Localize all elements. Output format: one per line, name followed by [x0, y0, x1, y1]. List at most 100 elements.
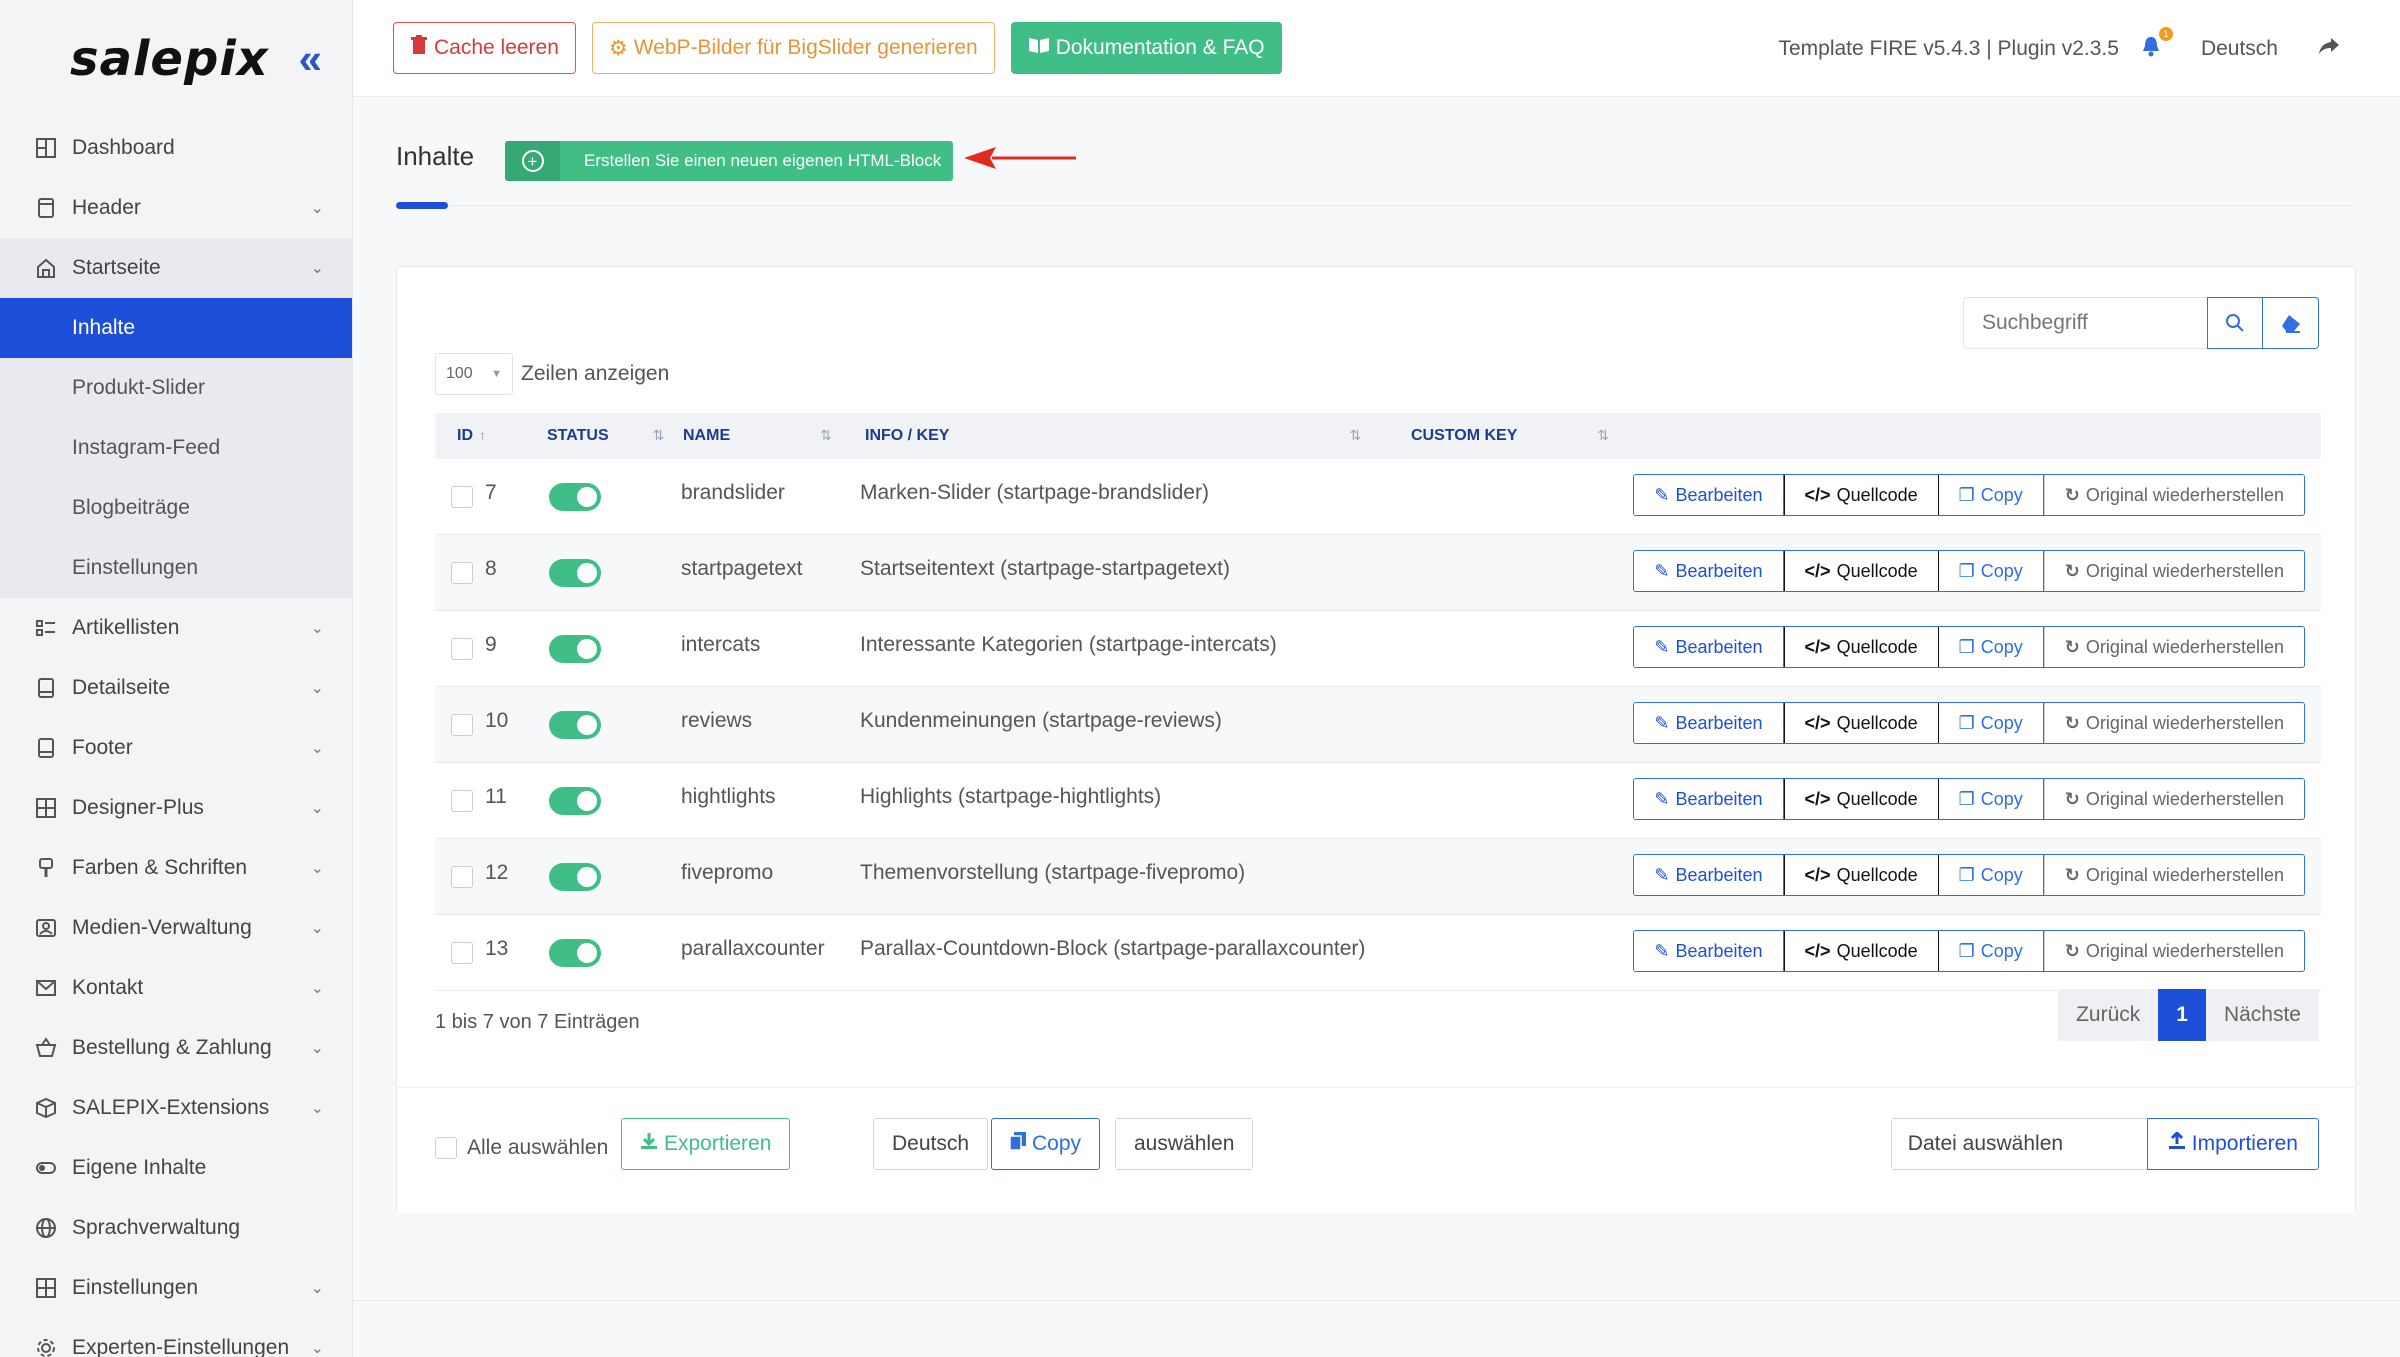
sidebar-item-farben-schriften[interactable]: Farben & Schriften ⌄	[0, 838, 352, 898]
source-code-button[interactable]: </> Quellcode	[1783, 779, 1939, 819]
sidebar-item-detailseite[interactable]: Detailseite ⌄	[0, 658, 352, 718]
status-toggle[interactable]	[549, 635, 601, 663]
col-name[interactable]: NAME ⇅	[683, 427, 832, 445]
clear-search-button[interactable]	[2263, 297, 2319, 349]
sidebar-item-sprachverwaltung[interactable]: Sprachverwaltung	[0, 1198, 352, 1258]
row-checkbox[interactable]	[451, 638, 473, 660]
source-code-button[interactable]: </> Quellcode	[1783, 703, 1939, 743]
col-custom-key[interactable]: CUSTOM KEY ⇅	[1411, 427, 1609, 445]
sidebar-item-startseite[interactable]: Startseite ⌄	[0, 238, 352, 298]
col-id[interactable]: ID ↑	[457, 427, 486, 445]
dashboard-icon	[34, 136, 58, 160]
edit-icon: ✎	[1654, 864, 1670, 885]
copy-button[interactable]: ❐ Copy	[1938, 551, 2044, 591]
row-checkbox[interactable]	[451, 714, 473, 736]
copy-button[interactable]: ❐ Copy	[1938, 627, 2044, 667]
edit-button[interactable]: ✎ Bearbeiten	[1634, 551, 1784, 591]
row-checkbox[interactable]	[451, 486, 473, 508]
webp-generate-button[interactable]: ⚙ WebP-Bilder für BigSlider generieren	[591, 22, 995, 74]
documentation-button[interactable]: Dokumentation & FAQ	[1010, 22, 1282, 74]
copy-button[interactable]: ❐ Copy	[1938, 475, 2044, 515]
edit-button[interactable]: ✎ Bearbeiten	[1634, 779, 1784, 819]
restore-original-button[interactable]: ↻ Original wiederherstellen	[2043, 703, 2305, 743]
search-button[interactable]	[2207, 297, 2263, 349]
bell-icon[interactable]: 1	[2141, 26, 2173, 63]
sidebar-subitem-produkt-slider[interactable]: Produkt-Slider	[0, 358, 352, 418]
status-toggle[interactable]	[549, 559, 601, 587]
grid-icon	[34, 1276, 58, 1300]
language-switcher[interactable]: Deutsch	[2201, 37, 2278, 61]
copy-button[interactable]: ❐ Copy	[1938, 931, 2044, 971]
select-all-checkbox[interactable]: Alle auswählen	[435, 1136, 608, 1160]
restore-original-button[interactable]: ↻ Original wiederherstellen	[2043, 779, 2305, 819]
row-info: Parallax-Countdown-Block (startpage-para…	[860, 937, 1366, 960]
checkbox[interactable]	[435, 1137, 457, 1159]
pagination-next[interactable]: Nächste	[2205, 989, 2319, 1041]
sidebar-subitem-instagram-feed[interactable]: Instagram-Feed	[0, 418, 352, 478]
collapse-sidebar-icon[interactable]: «	[299, 35, 322, 83]
refresh-icon: ↻	[2064, 940, 2080, 961]
sidebar-item-designer-plus[interactable]: Designer-Plus ⌄	[0, 778, 352, 838]
status-toggle[interactable]	[549, 787, 601, 815]
sidebar-item-experten-einstellungen[interactable]: Experten-Einstellungen ⌄	[0, 1318, 352, 1357]
export-button[interactable]: Exportieren	[621, 1118, 791, 1170]
sidebar-item-kontakt[interactable]: Kontakt ⌄	[0, 958, 352, 1018]
status-toggle[interactable]	[549, 863, 601, 891]
list-icon	[34, 616, 58, 640]
row-checkbox[interactable]	[451, 790, 473, 812]
row-checkbox[interactable]	[451, 866, 473, 888]
sidebar-item-footer[interactable]: Footer ⌄	[0, 718, 352, 778]
create-html-block-button[interactable]: + Erstellen Sie einen neuen eigenen HTML…	[505, 141, 954, 181]
sidebar-item-artikellisten[interactable]: Artikellisten ⌄	[0, 598, 352, 658]
sidebar-subitem-inhalte[interactable]: Inhalte	[0, 298, 352, 358]
language-select-button[interactable]: Deutsch	[873, 1118, 989, 1170]
import-button[interactable]: Importieren	[2146, 1118, 2319, 1170]
edit-label: Bearbeiten	[1675, 484, 1763, 505]
source-code-button[interactable]: </> Quellcode	[1783, 551, 1939, 591]
page-length-select[interactable]: 100 ▼	[435, 353, 513, 395]
sidebar-item-eigene-inhalte[interactable]: Eigene Inhalte	[0, 1138, 352, 1198]
source-code-button[interactable]: </> Quellcode	[1783, 931, 1939, 971]
row-checkbox[interactable]	[451, 942, 473, 964]
source-code-button[interactable]: </> Quellcode	[1783, 627, 1939, 667]
sidebar-item-salepix-extensions[interactable]: SALEPIX-Extensions ⌄	[0, 1078, 352, 1138]
restore-original-button[interactable]: ↻ Original wiederherstellen	[2043, 855, 2305, 895]
sidebar-item-einstellungen[interactable]: Einstellungen ⌄	[0, 1258, 352, 1318]
page-icon	[34, 676, 58, 700]
sidebar-item-header[interactable]: Header ⌄	[0, 178, 352, 238]
search-input[interactable]	[1963, 297, 2207, 349]
copy-button[interactable]: ❐ Copy	[1938, 855, 2044, 895]
edit-button[interactable]: ✎ Bearbeiten	[1634, 475, 1784, 515]
pagination-page[interactable]: 1	[2158, 989, 2206, 1041]
sidebar-subitem-einstellungen[interactable]: Einstellungen	[0, 538, 352, 598]
sidebar-subitem-blogbeitraege[interactable]: Blogbeiträge	[0, 478, 352, 538]
col-info[interactable]: INFO / KEY ⇅	[865, 427, 1361, 445]
status-toggle[interactable]	[549, 939, 601, 967]
status-toggle[interactable]	[549, 711, 601, 739]
share-icon[interactable]	[2318, 36, 2340, 62]
sidebar-item-medien-verwaltung[interactable]: Medien-Verwaltung ⌄	[0, 898, 352, 958]
edit-button[interactable]: ✎ Bearbeiten	[1634, 931, 1784, 971]
copy-button[interactable]: ❐ Copy	[1938, 779, 2044, 819]
bulk-copy-button[interactable]: Copy	[991, 1118, 1101, 1170]
restore-original-button[interactable]: ↻ Original wiederherstellen	[2043, 551, 2305, 591]
status-toggle[interactable]	[549, 483, 601, 511]
cache-clear-button[interactable]: Cache leeren	[393, 22, 576, 74]
restore-original-button[interactable]: ↻ Original wiederherstellen	[2043, 627, 2305, 667]
col-status[interactable]: STATUS ⇅	[547, 427, 664, 445]
sidebar-item-bestellung-zahlung[interactable]: Bestellung & Zahlung ⌄	[0, 1018, 352, 1078]
row-checkbox[interactable]	[451, 562, 473, 584]
target-select-button[interactable]: auswählen	[1115, 1118, 1254, 1170]
edit-button[interactable]: ✎ Bearbeiten	[1634, 855, 1784, 895]
copy-button[interactable]: ❐ Copy	[1938, 703, 2044, 743]
pagination-prev[interactable]: Zurück	[2058, 989, 2159, 1041]
source-code-button[interactable]: </> Quellcode	[1783, 475, 1939, 515]
row-name: parallaxcounter	[681, 937, 825, 960]
edit-button[interactable]: ✎ Bearbeiten	[1634, 703, 1784, 743]
restore-original-button[interactable]: ↻ Original wiederherstellen	[2043, 931, 2305, 971]
restore-original-button[interactable]: ↻ Original wiederherstellen	[2043, 475, 2305, 515]
source-code-button[interactable]: </> Quellcode	[1783, 855, 1939, 895]
file-select-input[interactable]: Datei auswählen	[1890, 1118, 2147, 1170]
sidebar-item-dashboard[interactable]: Dashboard	[0, 118, 352, 178]
edit-button[interactable]: ✎ Bearbeiten	[1634, 627, 1784, 667]
